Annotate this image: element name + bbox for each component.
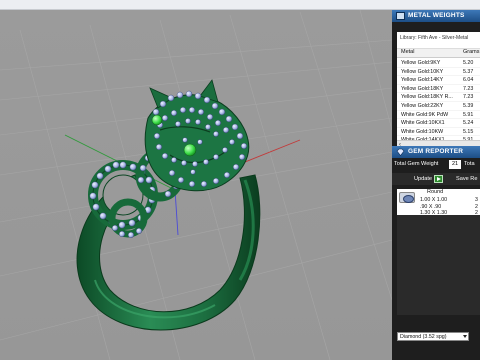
metal-weights-titlebar[interactable]: METAL WEIGHTS — [392, 10, 480, 22]
update-button[interactable] — [434, 175, 443, 183]
gem-list-area — [397, 215, 480, 315]
gem-shape: Round — [427, 189, 444, 195]
library-label: Library: Fifth Ave - Silver-Metal — [400, 35, 469, 41]
gem-table: Round 1.00 X 1.00 3.90 X .90 2 1.30 X 1.30 2 — [397, 189, 480, 216]
left-eye-gem — [151, 114, 163, 126]
panther-head — [144, 79, 250, 192]
metal-grams: 5.20 — [463, 60, 474, 66]
update-row: Update Save Re — [392, 173, 480, 185]
table-row[interactable]: Yellow Gold:18KY R... 7.23 — [397, 93, 480, 102]
gem-reporter-panel: Total Gem Weight 21 Tota Update Save Re … — [392, 158, 480, 318]
gem-material-dropdown[interactable]: Diamond (3.52 spg) — [397, 332, 469, 341]
total-gem-weight-label: Total Gem Weight — [394, 161, 439, 167]
metal-grams: 5.24 — [463, 120, 474, 127]
table-row[interactable]: Yellow Gold:22KY 5.39 — [397, 102, 480, 111]
ring-render — [0, 10, 392, 360]
metal-grams: 6.04 — [463, 77, 474, 84]
metal-grams: 5.39 — [463, 102, 474, 109]
metal-name: White Gold:10KW — [401, 128, 444, 135]
total-gem-weight-value[interactable]: 21 — [449, 160, 461, 169]
metal-weights-header: Metal Grams — [397, 48, 480, 58]
gem-size: 1.00 X 1.00 — [420, 197, 448, 203]
gem-reporter-title: GEM REPORTER — [408, 148, 464, 155]
update-label: Update — [414, 176, 433, 182]
chevron-down-icon[interactable] — [463, 335, 467, 338]
metal-weights-title: METAL WEIGHTS — [408, 12, 465, 19]
metal-name: Yellow Gold:18KY R... — [401, 94, 453, 101]
table-row[interactable]: Yellow Gold:14KY 6.04 — [397, 76, 480, 85]
metal-name: Yellow Gold:22KY — [401, 102, 444, 109]
3d-viewport[interactable] — [0, 10, 392, 360]
col-metal[interactable]: Metal — [401, 49, 414, 55]
table-row[interactable]: White Gold:9K PdW 5.91 — [397, 111, 480, 120]
table-row[interactable]: White Gold:10KX1 5.24 — [397, 119, 480, 128]
gem-count: 3 — [475, 197, 478, 203]
app-top-bar — [0, 0, 480, 10]
right-eye-gem — [183, 143, 197, 157]
metal-grams: 5.15 — [463, 128, 474, 135]
gem-material-value: Diamond (3.52 spg) — [400, 334, 447, 340]
table-row[interactable]: Yellow Gold:10KY 5.37 — [397, 68, 480, 77]
metal-grams: 5.37 — [463, 68, 474, 75]
gem-icon — [396, 148, 405, 156]
metal-name: Yellow Gold:14KY — [401, 77, 444, 84]
metal-name: White Gold:9K PdW — [401, 111, 449, 118]
right-panel: METAL WEIGHTS Library: Fifth Ave - Silve… — [392, 10, 480, 360]
metal-name: Yellow Gold:9KY — [401, 60, 441, 66]
metal-weights-icon — [396, 12, 405, 20]
gem-size: .90 X .90 — [420, 203, 442, 210]
metal-name: Yellow Gold:10KY — [401, 68, 444, 75]
metal-grams: 5.91 — [463, 111, 474, 118]
save-report-button[interactable]: Save Re — [456, 176, 477, 182]
metal-grams: 7.23 — [463, 85, 474, 92]
gem-reporter-titlebar[interactable]: GEM REPORTER — [392, 146, 480, 158]
metal-grams: 7.23 — [463, 94, 474, 101]
table-row[interactable]: Yellow Gold:18KY 7.23 — [397, 85, 480, 94]
table-row[interactable]: Yellow Gold:9KY 5.20 — [397, 59, 480, 68]
round-gem-thumbnail[interactable] — [399, 192, 415, 203]
table-row[interactable]: White Gold:10KW 5.15 — [397, 128, 480, 137]
gem-count: 2 — [475, 203, 478, 210]
metal-name: Yellow Gold:18KY — [401, 85, 444, 92]
col-grams[interactable]: Grams — [463, 49, 480, 55]
metal-weights-panel: Library: Fifth Ave - Silver-Metal Metal … — [397, 32, 480, 154]
metal-name: White Gold:10KX1 — [401, 120, 445, 127]
total-label: Tota — [464, 161, 475, 167]
